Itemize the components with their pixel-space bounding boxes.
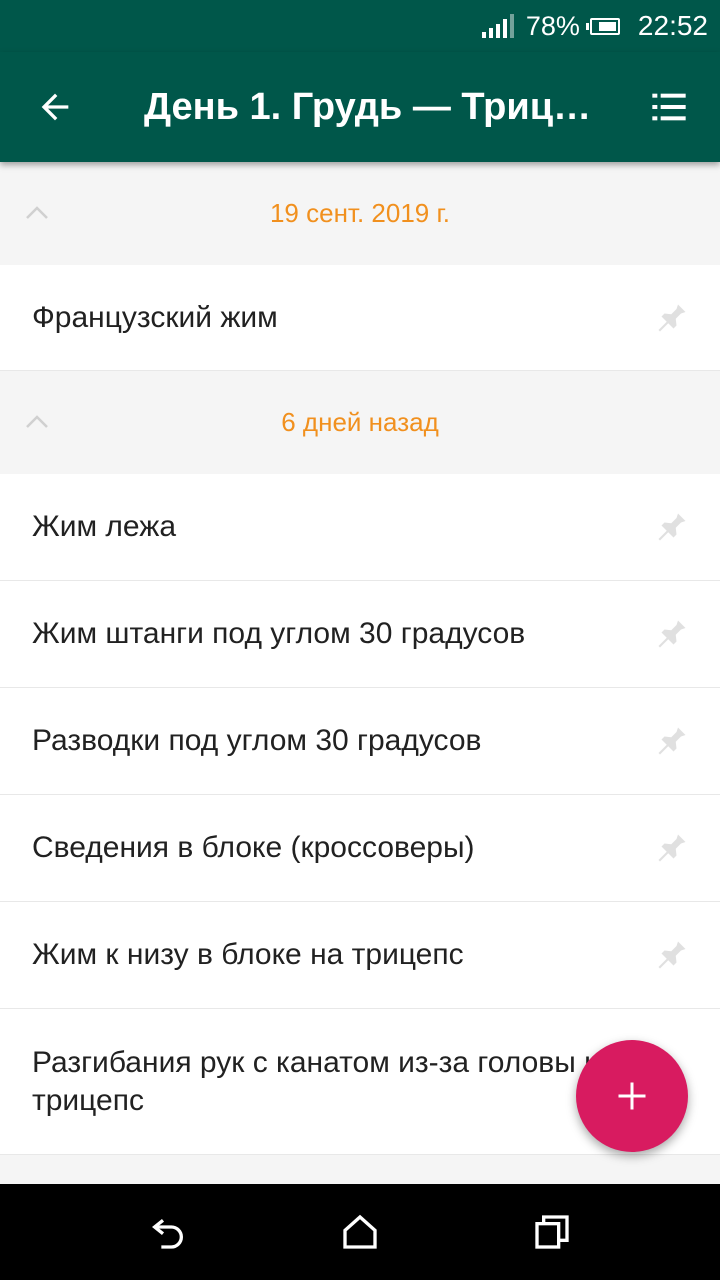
arrow-left-icon	[41, 93, 69, 121]
exercise-name: Жим штанги под углом 30 градусов	[32, 617, 526, 650]
screen: 78% 22:52 День 1. Грудь — Трицепс 19 сен…	[0, 0, 720, 1280]
pin-icon[interactable]	[654, 300, 690, 336]
pin-icon[interactable]	[654, 616, 690, 652]
exercise-name: Разводки под углом 30 градусов	[32, 724, 482, 757]
status-time: 22:52	[637, 10, 708, 41]
page-title: День 1. Грудь — Трицепс	[144, 86, 604, 128]
list-item[interactable]: Жим к низу в блоке на трицепс	[0, 902, 720, 1009]
chevron-up-icon	[26, 415, 48, 428]
list-item[interactable]: Жим штанги под углом 30 градусов	[0, 581, 720, 688]
back-button[interactable]	[22, 74, 88, 140]
nav-recents-button[interactable]	[528, 1208, 576, 1256]
list-menu-button[interactable]	[636, 74, 702, 140]
battery-percent: 78%	[525, 10, 580, 41]
group-header[interactable]: 19 сент. 2019 г.	[0, 162, 720, 265]
group-date-label: 6 дней назад	[281, 407, 439, 437]
status-bar: 78% 22:52	[0, 0, 720, 52]
exercise-name: Жим к низу в блоке на трицепс	[32, 938, 464, 971]
add-exercise-button[interactable]	[576, 1040, 688, 1152]
app-bar: День 1. Грудь — Трицепс	[0, 52, 720, 162]
exercise-name: Сведения в блоке (кроссоверы)	[32, 831, 475, 864]
pin-icon[interactable]	[654, 830, 690, 866]
exercise-name: Разгибания рук с канатом из-за головы на…	[32, 1045, 618, 1117]
chevron-up-icon	[26, 206, 48, 219]
exercise-name: Жим лежа	[32, 510, 177, 543]
signal-icon	[481, 14, 514, 38]
nav-back-icon	[151, 1219, 183, 1249]
pin-icon[interactable]	[654, 723, 690, 759]
list-icon	[652, 93, 686, 121]
list-item[interactable]: Сведения в блоке (кроссоверы)	[0, 795, 720, 902]
pin-icon[interactable]	[654, 509, 690, 545]
group-header[interactable]: 6 дней назад	[0, 371, 720, 474]
list-item[interactable]: Разводки под углом 30 градусов	[0, 688, 720, 795]
plus-icon	[618, 1082, 646, 1110]
system-nav-bar	[0, 1184, 720, 1280]
nav-back-button[interactable]	[144, 1208, 192, 1256]
exercise-name: Французский жим	[32, 300, 278, 334]
recents-icon	[535, 1215, 569, 1249]
list-item[interactable]: Жим лежа	[0, 474, 720, 581]
home-icon	[343, 1214, 377, 1249]
exercise-list: 19 сент. 2019 г. Французский жим 6 дней …	[0, 162, 720, 1184]
battery-icon	[585, 17, 620, 35]
nav-home-button[interactable]	[336, 1208, 384, 1256]
pin-icon[interactable]	[654, 937, 690, 973]
group-date-label: 19 сент. 2019 г.	[269, 198, 451, 228]
list-item[interactable]: Французский жим	[0, 265, 720, 371]
